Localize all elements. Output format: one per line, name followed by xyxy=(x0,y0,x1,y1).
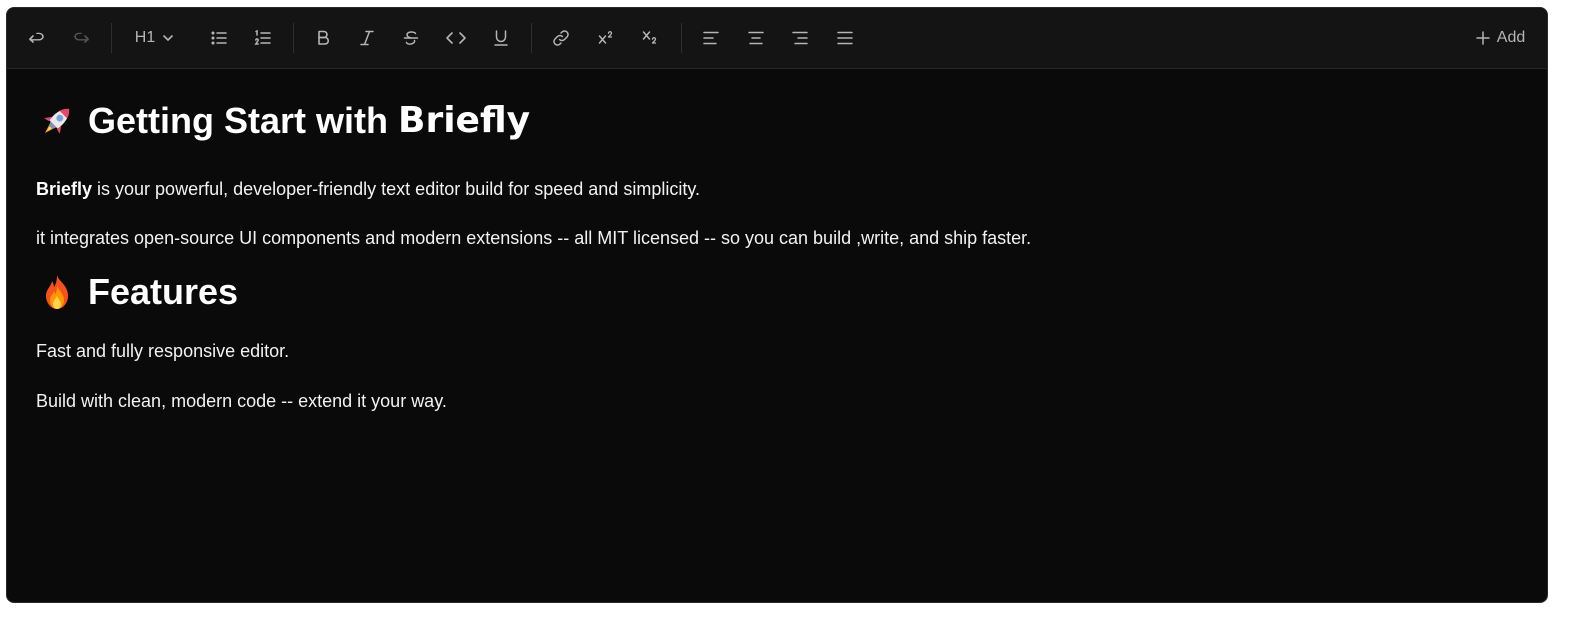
subscript-icon xyxy=(642,31,657,44)
strikethrough-button[interactable] xyxy=(397,22,425,54)
bold-button[interactable] xyxy=(309,22,337,54)
rocket-emoji-icon xyxy=(36,101,78,141)
heading-brand: Briefly xyxy=(398,100,531,141)
superscript-icon xyxy=(598,31,613,44)
ordered-list-button[interactable] xyxy=(249,22,277,54)
underline-icon xyxy=(494,30,508,46)
chevron-down-icon xyxy=(163,35,174,41)
add-label: Add xyxy=(1496,29,1526,46)
align-center-icon xyxy=(748,31,764,45)
toolbar-separator xyxy=(531,23,532,53)
toolbar-separator xyxy=(681,23,682,53)
undo-icon xyxy=(29,32,44,43)
redo-icon xyxy=(74,32,89,43)
heading-label: H1 xyxy=(134,29,156,46)
ordered-list-icon xyxy=(254,29,271,45)
heading-text: Features xyxy=(88,271,239,312)
paragraph-integrates[interactable]: it integrates open-source UI components … xyxy=(36,227,1031,249)
bullet-list-button[interactable] xyxy=(205,22,233,54)
code-icon xyxy=(446,32,466,44)
heading-dropdown[interactable]: H1 xyxy=(127,22,183,54)
paragraph-fast[interactable]: Fast and fully responsive editor. xyxy=(36,340,289,362)
heading-text: Getting Start with xyxy=(88,100,388,141)
align-left-icon xyxy=(703,31,719,45)
bullet-list-icon xyxy=(211,31,227,45)
align-left-button[interactable] xyxy=(697,22,725,54)
editor: H1 Add Getting Start with Briefly Briefl… xyxy=(6,7,1548,603)
align-justify-icon xyxy=(837,31,853,45)
link-icon xyxy=(553,30,569,46)
italic-icon xyxy=(360,30,374,46)
undo-button[interactable] xyxy=(23,22,51,54)
toolbar-separator xyxy=(111,23,112,53)
code-button[interactable] xyxy=(442,22,470,54)
paragraph-intro[interactable]: Briefly is your powerful, developer-frie… xyxy=(36,178,700,200)
italic-button[interactable] xyxy=(353,22,381,54)
toolbar: H1 Add xyxy=(7,8,1547,69)
bold-icon xyxy=(318,30,329,45)
link-button[interactable] xyxy=(547,22,575,54)
superscript-button[interactable] xyxy=(592,22,620,54)
redo-button[interactable] xyxy=(67,22,95,54)
align-right-button[interactable] xyxy=(786,22,814,54)
heading-features[interactable]: Features xyxy=(36,272,238,312)
strikethrough-icon xyxy=(403,31,419,45)
underline-button[interactable] xyxy=(487,22,515,54)
align-right-icon xyxy=(792,31,808,45)
paragraph-build[interactable]: Build with clean, modern code -- extend … xyxy=(36,390,447,412)
plus-icon xyxy=(1476,31,1490,45)
fire-emoji-icon xyxy=(36,272,78,312)
subscript-button[interactable] xyxy=(636,22,664,54)
toolbar-separator xyxy=(293,23,294,53)
brand-bold-text: Briefly xyxy=(36,179,93,199)
align-center-button[interactable] xyxy=(742,22,770,54)
align-justify-button[interactable] xyxy=(831,22,859,54)
heading-getting-started[interactable]: Getting Start with Briefly xyxy=(36,101,530,141)
paragraph-intro-text: is your powerful, developer-friendly tex… xyxy=(92,179,700,199)
add-button[interactable]: Add xyxy=(1467,22,1533,54)
